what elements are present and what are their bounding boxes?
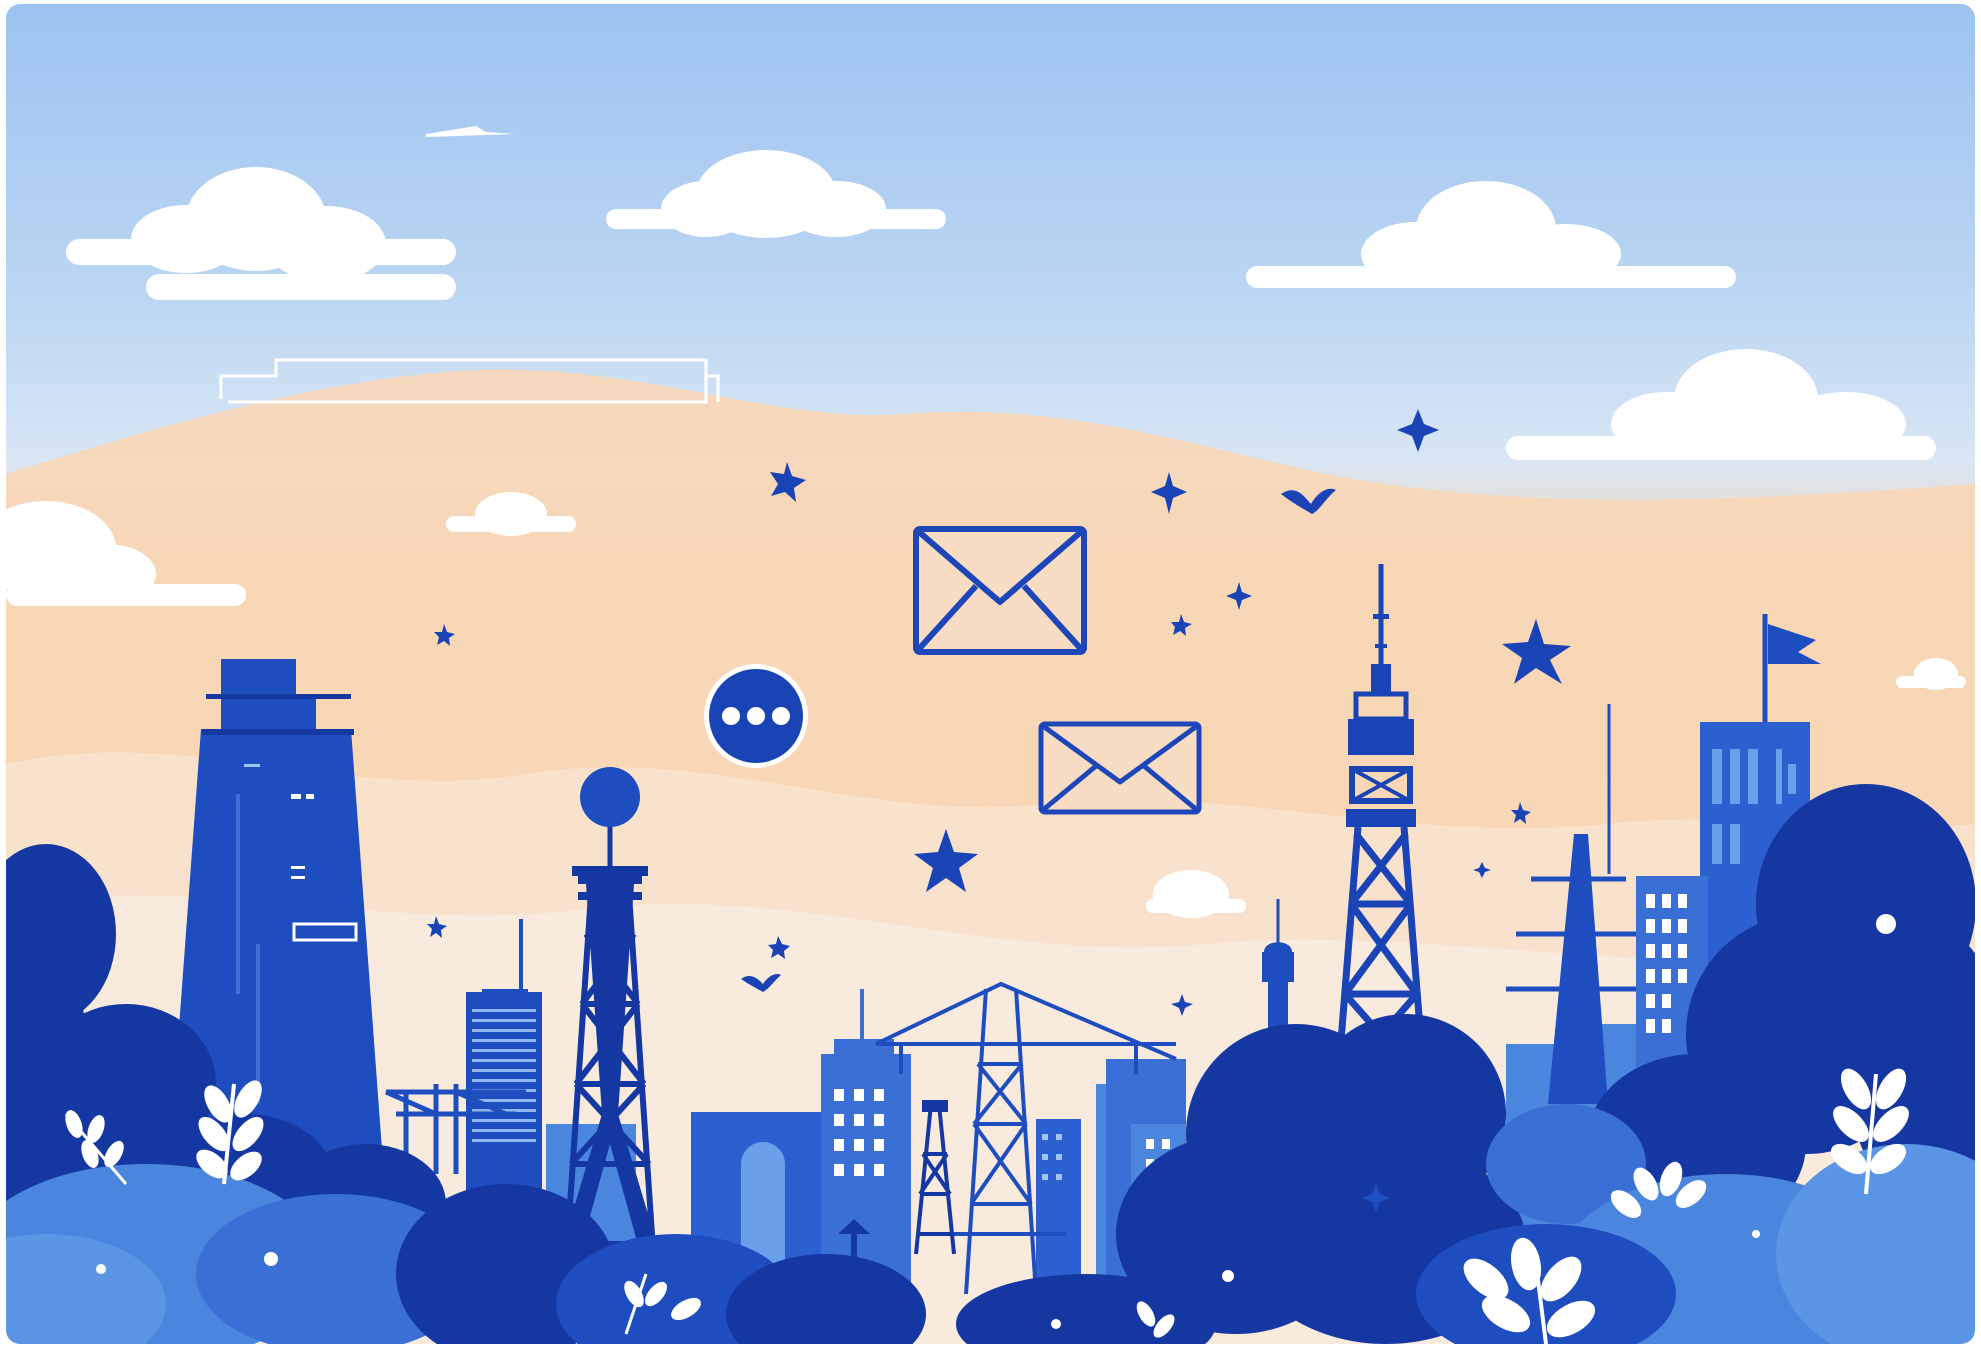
chat-bubble-icon (704, 664, 808, 768)
illustration-frame (6, 4, 1975, 1344)
mail-icon (1038, 721, 1202, 815)
city-skyline-illustration (6, 4, 1975, 1344)
mail-icon (913, 526, 1087, 655)
